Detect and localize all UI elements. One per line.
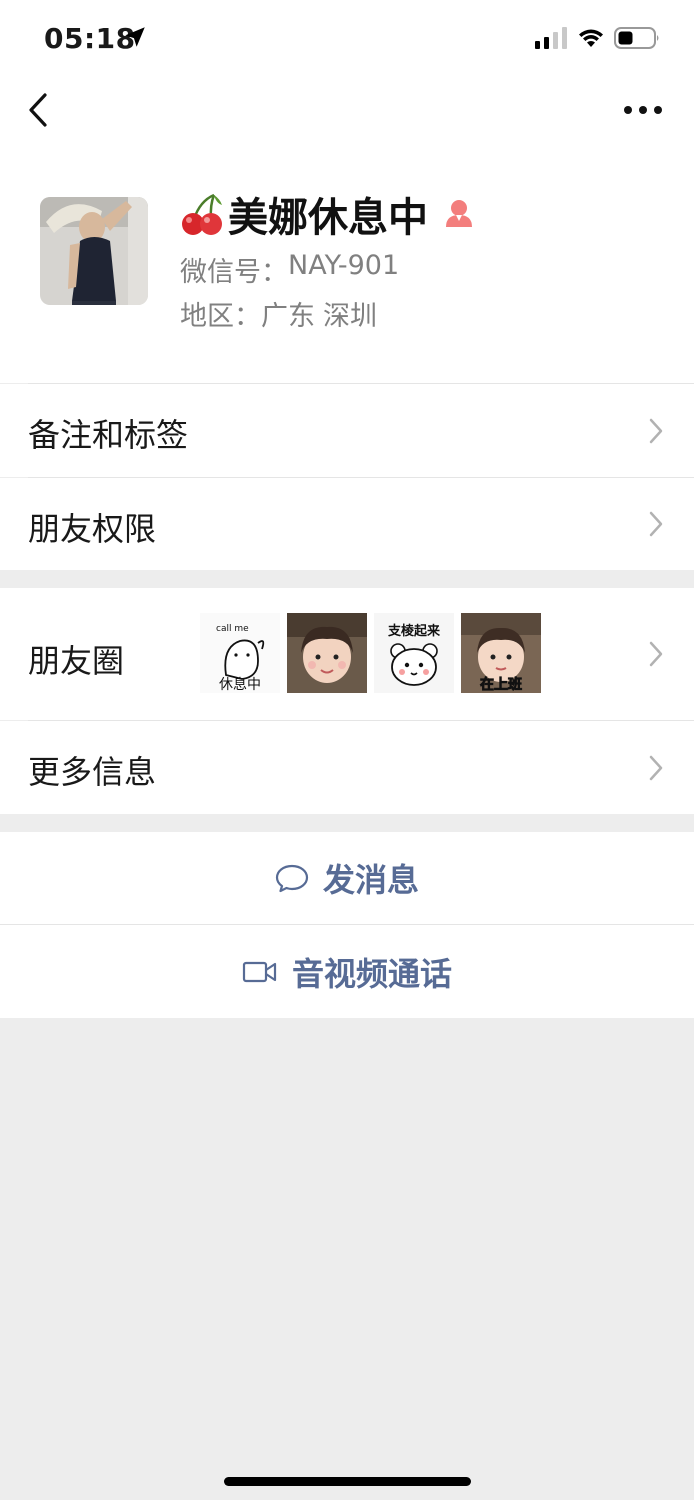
more-info-row[interactable]: 更多信息 xyxy=(0,721,694,814)
nav-bar xyxy=(0,80,694,150)
friend-permissions-label: 朋友权限 xyxy=(28,510,157,548)
region-city: 深圳 xyxy=(323,301,377,332)
cherry-icon xyxy=(182,193,222,235)
send-message-button[interactable]: 发消息 xyxy=(0,832,694,924)
more-info-label: 更多信息 xyxy=(28,753,157,791)
moments-thumb[interactable]: 在上班 xyxy=(461,613,541,693)
chevron-right-icon xyxy=(649,418,663,444)
wechat-id-value: NAY-901 xyxy=(288,250,400,281)
status-bar: 05:18 xyxy=(0,0,694,80)
remarks-tags-label: 备注和标签 xyxy=(28,416,189,454)
video-camera-icon xyxy=(242,961,277,982)
region-label: 地区： xyxy=(180,301,261,332)
more-options-icon[interactable] xyxy=(622,98,664,122)
battery-icon xyxy=(614,27,659,49)
location-arrow-icon xyxy=(125,27,145,47)
chat-bubble-icon xyxy=(275,864,309,893)
avatar-photo xyxy=(40,197,148,305)
home-indicator[interactable] xyxy=(224,1477,471,1486)
moments-thumb[interactable]: 支棱起来 xyxy=(374,613,454,693)
moments-thumb-child-photo-work: 在上班 xyxy=(461,613,541,693)
sticker-text: 支棱起来 xyxy=(387,623,441,639)
region-province: 广东 xyxy=(261,301,315,332)
moments-label: 朋友圈 xyxy=(28,642,125,680)
cellular-signal-icon xyxy=(535,27,567,49)
moments-thumb[interactable]: call me 休息中 xyxy=(200,613,280,693)
wifi-icon xyxy=(579,29,603,47)
moments-thumb-child-photo xyxy=(287,613,367,693)
profile-name: 美娜休息中 xyxy=(228,195,428,241)
video-call-label: 音视频通话 xyxy=(291,954,452,993)
moments-row[interactable]: 朋友圈 call me 休息中 支棱起来 在上班 xyxy=(0,588,694,720)
send-message-label: 发消息 xyxy=(322,861,419,899)
moments-thumbnails: call me 休息中 支棱起来 在上班 xyxy=(200,613,541,693)
avatar[interactable] xyxy=(40,197,148,305)
remarks-tags-row[interactable]: 备注和标签 xyxy=(0,384,694,477)
profile-header: 美娜休息中 微信号： NAY-901 地区： 广东 深圳 xyxy=(0,150,694,383)
moments-thumb-sticker-bear: 支棱起来 xyxy=(374,613,454,693)
friend-permissions-row[interactable]: 朋友权限 xyxy=(0,478,694,570)
chevron-right-icon xyxy=(649,755,663,781)
moments-thumb[interactable] xyxy=(287,613,367,693)
wechat-id-label: 微信号： xyxy=(180,257,288,288)
female-gender-icon xyxy=(446,200,472,227)
sticker-caption: 在上班 xyxy=(480,676,522,693)
back-arrow-icon[interactable] xyxy=(24,90,54,130)
sticker-text: call me xyxy=(216,624,249,634)
sticker-caption: 休息中 xyxy=(219,676,261,693)
video-call-button[interactable]: 音视频通话 xyxy=(0,925,694,1018)
region: 地区： 广东 深圳 xyxy=(180,294,377,333)
chevron-right-icon xyxy=(649,511,663,537)
moments-thumb-sticker-rest: call me 休息中 xyxy=(200,613,280,693)
wechat-id: 微信号： NAY-901 xyxy=(180,250,399,289)
chevron-right-icon xyxy=(649,641,663,667)
name-row: 美娜休息中 xyxy=(180,186,476,242)
